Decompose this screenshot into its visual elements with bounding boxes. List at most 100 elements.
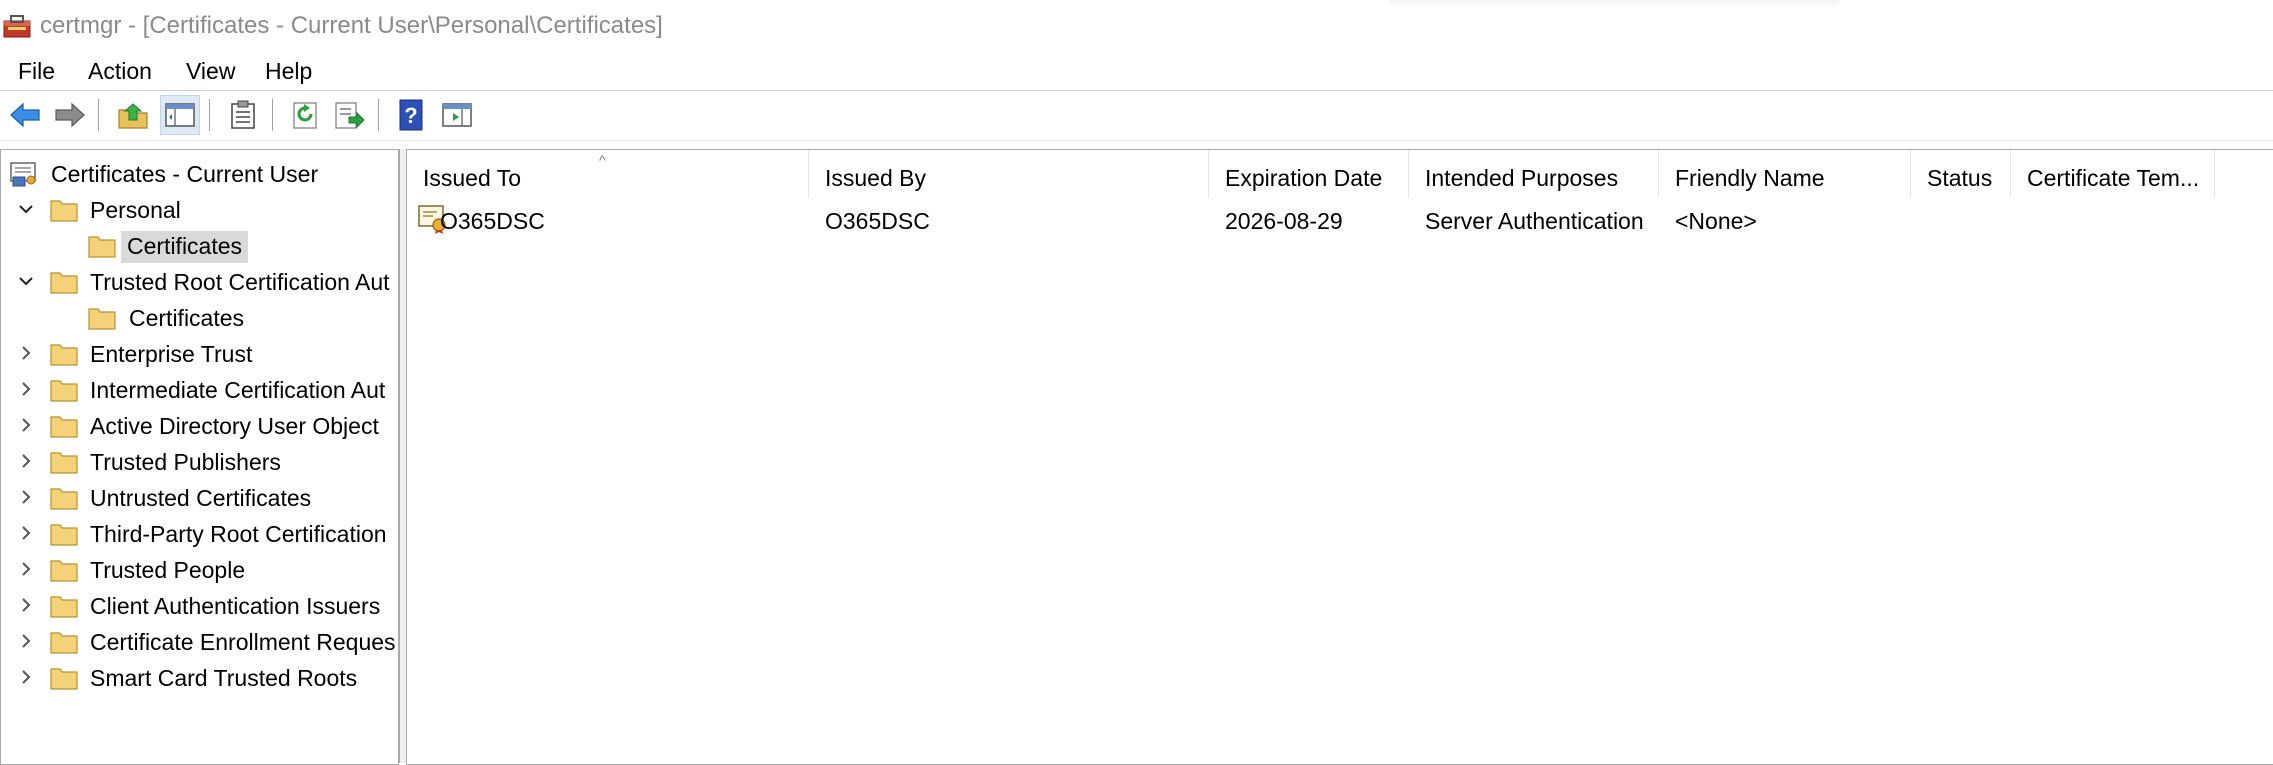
chevron-right-icon[interactable]: [15, 666, 37, 688]
chevron-right-icon[interactable]: [15, 450, 37, 472]
column-label: Intended Purposes: [1425, 165, 1619, 191]
column-header-issued-to[interactable]: ^ Issued To: [407, 150, 809, 198]
folder-icon: [50, 416, 78, 438]
column-label: Expiration Date: [1225, 165, 1383, 191]
certmgr-toolbox-icon: [3, 15, 31, 38]
certificate-store-icon: [10, 162, 36, 187]
toolbar-separator-line: [0, 140, 2273, 141]
tree-root-label: Certificates - Current User: [51, 161, 319, 187]
menu-view[interactable]: View: [186, 56, 235, 87]
tree-item-trusted-publishers[interactable]: Trusted Publishers: [1, 444, 398, 480]
export-list-button[interactable]: [330, 96, 368, 134]
column-label: Certificate Tem...: [2027, 165, 2200, 191]
column-label: Issued By: [825, 165, 926, 191]
chevron-right-icon[interactable]: [15, 414, 37, 436]
help-button[interactable]: ?: [392, 96, 430, 134]
menu-bar: File Action View Help: [0, 52, 2273, 90]
title-bar-shadow: [1390, 0, 1840, 8]
tree-item-trusted-root-certificates[interactable]: Certificates: [1, 300, 398, 336]
tree-item-smart-card-roots[interactable]: Smart Card Trusted Roots: [1, 660, 398, 696]
window-title: certmgr - [Certificates - Current User\P…: [40, 12, 663, 39]
action-pane-button[interactable]: [438, 96, 476, 134]
tree-item-untrusted[interactable]: Untrusted Certificates: [1, 480, 398, 516]
console-tree: Certificates - Current User Personal Cer…: [0, 149, 399, 765]
toolbar-separator: [98, 99, 102, 131]
tree-item-personal[interactable]: Personal: [1, 192, 398, 228]
cell-issued-to: O365DSC: [440, 208, 545, 234]
menu-action[interactable]: Action: [88, 56, 152, 87]
tree-item-enrollment-requests[interactable]: Certificate Enrollment Reques: [1, 624, 398, 660]
column-header-certificate-template[interactable]: Certificate Tem...: [2011, 150, 2215, 198]
column-label: Friendly Name: [1675, 165, 1825, 191]
tree-item-enterprise-trust[interactable]: Enterprise Trust: [1, 336, 398, 372]
menu-file[interactable]: File: [18, 56, 55, 87]
chevron-right-icon[interactable]: [15, 594, 37, 616]
chevron-right-icon[interactable]: [15, 378, 37, 400]
folder-icon: [88, 236, 116, 258]
folder-icon: [88, 308, 116, 330]
tree-item-label: Untrusted Certificates: [90, 485, 312, 511]
folder-icon: [50, 596, 78, 618]
column-header-status[interactable]: Status: [1911, 150, 2011, 198]
back-button[interactable]: [6, 96, 44, 134]
folder-icon: [50, 668, 78, 690]
certificate-list: ^ Issued To Issued By Expiration Date In…: [406, 149, 2273, 765]
cell-expiration-date: 2026-08-29: [1225, 208, 1343, 234]
refresh-button[interactable]: [286, 96, 324, 134]
chevron-right-icon[interactable]: [15, 486, 37, 508]
chevron-right-icon[interactable]: [15, 522, 37, 544]
tree-item-personal-certificates[interactable]: Certificates: [1, 228, 398, 264]
forward-icon: [55, 102, 85, 128]
tree-item-label: Intermediate Certification Aut: [90, 377, 386, 403]
column-header-friendly-name[interactable]: Friendly Name: [1659, 150, 1911, 198]
folder-icon: [50, 200, 78, 222]
properties-button[interactable]: [224, 96, 262, 134]
column-divider[interactable]: [2214, 150, 2215, 198]
tree-item-active-directory[interactable]: Active Directory User Object: [1, 408, 398, 444]
tree-item-label: Enterprise Trust: [90, 341, 253, 367]
folder-icon: [50, 380, 78, 402]
sort-ascending-icon: ^: [599, 152, 606, 168]
chevron-right-icon[interactable]: [15, 558, 37, 580]
tree-item-label: Smart Card Trusted Roots: [90, 665, 358, 691]
cell-intended-purposes: Server Authentication: [1425, 208, 1644, 234]
up-one-level-button[interactable]: [114, 96, 152, 134]
tree-item-label: Active Directory User Object: [90, 413, 379, 439]
pane-splitter[interactable]: [399, 149, 406, 763]
folder-icon: [50, 524, 78, 546]
tree-item-label: Trusted Publishers: [90, 449, 281, 475]
folder-icon: [50, 452, 78, 474]
show-hide-console-tree-button[interactable]: [160, 95, 200, 135]
cell-issued-by: O365DSC: [825, 208, 930, 234]
up-one-level-icon: [118, 103, 148, 129]
tree-item-third-party-root[interactable]: Third-Party Root Certification: [1, 516, 398, 552]
folder-icon: [50, 632, 78, 654]
help-icon: ?: [399, 99, 423, 131]
chevron-down-icon[interactable]: [15, 198, 37, 220]
tree-item-label: Trusted Root Certification Aut: [90, 269, 390, 295]
tree-root[interactable]: Certificates - Current User: [1, 156, 398, 192]
title-bar: certmgr - [Certificates - Current User\P…: [0, 0, 2273, 52]
toolbar-separator: [209, 99, 213, 131]
tree-item-trusted-people[interactable]: Trusted People: [1, 552, 398, 588]
tree-item-label: Trusted People: [90, 557, 246, 583]
tree-item-label: Certificates: [121, 231, 249, 263]
column-header-issued-by[interactable]: Issued By: [809, 150, 1209, 198]
chevron-down-icon[interactable]: [15, 270, 37, 292]
tree-item-intermediate[interactable]: Intermediate Certification Aut: [1, 372, 398, 408]
column-header-intended-purposes[interactable]: Intended Purposes: [1409, 150, 1659, 198]
folder-icon: [50, 272, 78, 294]
cell-friendly-name: <None>: [1675, 208, 1757, 234]
properties-icon: [231, 100, 255, 129]
tree-item-label: Personal: [90, 197, 181, 223]
refresh-icon: [293, 102, 317, 129]
tree-item-client-auth-issuers[interactable]: Client Authentication Issuers: [1, 588, 398, 624]
chevron-right-icon[interactable]: [15, 630, 37, 652]
toolbar: ?: [0, 91, 2273, 139]
tree-item-label: Certificate Enrollment Reques: [90, 629, 396, 655]
menu-help[interactable]: Help: [265, 56, 312, 87]
forward-button[interactable]: [51, 96, 89, 134]
column-header-expiration-date[interactable]: Expiration Date: [1209, 150, 1409, 198]
chevron-right-icon[interactable]: [15, 342, 37, 364]
tree-item-trusted-root[interactable]: Trusted Root Certification Aut: [1, 264, 398, 300]
